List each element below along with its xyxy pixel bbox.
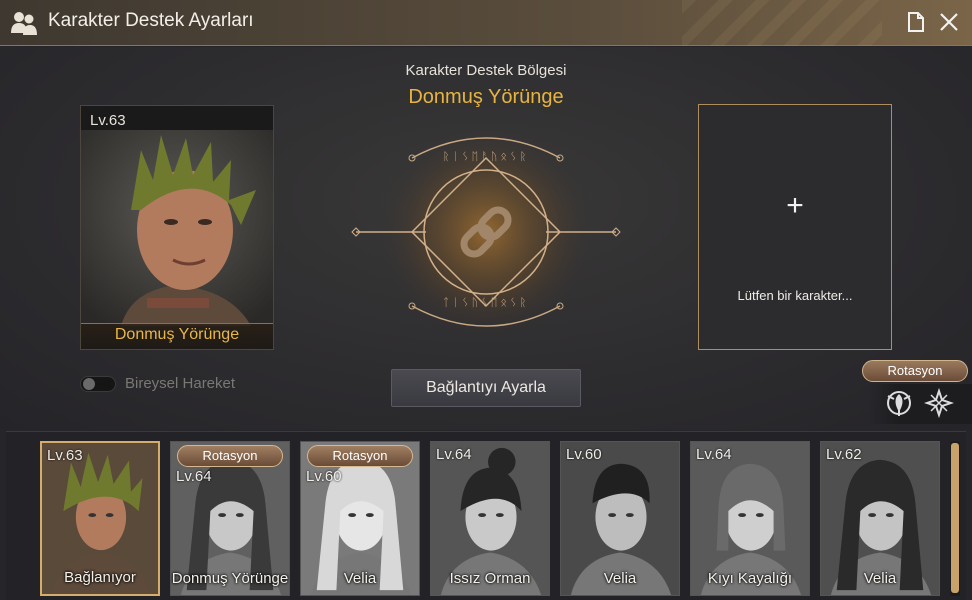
character-level: Lv.60 [566,446,602,463]
window-title: Karakter Destek Ayarları [48,10,254,31]
character-list: Lv.63 Bağlanıyor Rotasyon Lv.64 Donmuş Yörü… [6,431,966,600]
character-level: Lv.64 [696,446,732,463]
character-name: Issız Orman [449,570,531,587]
character-name: Velia [343,570,377,587]
list-scrollbar[interactable] [950,441,960,596]
zone-label: Karakter Destek Bölgesi [405,62,567,79]
add-icon: + [786,189,804,222]
empty-character-slot[interactable]: + Lütfen bir karakter... [698,104,892,350]
character-card[interactable]: Lv.62 Velia [820,441,940,596]
rotation-badge: Rotasyon [177,445,283,467]
character-level: Lv.60 [306,468,342,485]
character-card[interactable]: Lv.64 Issız Orman [430,441,550,596]
cross-emblem-icon[interactable] [924,388,954,418]
character-card[interactable]: Rotasyon Lv.64 Donmuş Yörünge [170,441,290,596]
character-level: Lv.64 [176,468,212,485]
title-bar: Karakter Destek Ayarları [0,0,972,46]
character-card[interactable]: Lv.63 Bağlanıyor [40,441,160,596]
svg-text:ᚱᛁᛊᛖᚨᚢᛟᛊᚱ: ᚱᛁᛊᛖᚨᚢᛟᛊᚱ [443,150,529,163]
character-name: Donmuş Yörünge [114,326,240,343]
rotation-badge: Rotasyon [307,445,413,467]
character-level: Lv.63 [47,447,83,464]
character-card[interactable]: Lv.64 Kıyı Kayalığı [690,441,810,596]
character-name: Velia [603,570,637,587]
set-link-button[interactable]: Bağlantıyı Ayarla [391,369,581,407]
character-level: Lv.63 [90,112,126,129]
rose-emblem-icon[interactable] [884,388,914,418]
character-name: Velia [863,570,897,587]
close-icon[interactable] [937,10,961,34]
rotation-badge: Rotasyon [862,360,968,382]
skill-strip [868,384,972,424]
individual-move-toggle[interactable] [80,376,116,392]
selected-character-card[interactable]: Lv.63 Donmuş Yörünge [80,105,274,350]
character-name: Kıyı Kayalığı [707,570,793,587]
character-name: Bağlanıyor [64,569,136,586]
people-icon [11,12,37,35]
individual-move-label: Bireysel Hareket [125,375,236,392]
character-portrait [81,130,273,326]
character-level: Lv.62 [826,446,862,463]
link-emblem: ᚱᛁᛊᛖᚨᚢᛟᛊᚱ ᛏᛁᛊᚢᛊᛖᛟᛊᚱ [351,122,621,342]
title-bar-pattern [682,0,882,46]
character-name: Donmuş Yörünge [171,570,289,587]
character-card[interactable]: Lv.60 Velia [560,441,680,596]
document-icon[interactable] [904,10,928,34]
character-card[interactable]: Rotasyon Lv.60 Velia [300,441,420,596]
zone-name: Donmuş Yörünge [408,86,564,108]
select-character-hint: Lütfen bir karakter... [737,288,853,303]
character-level: Lv.64 [436,446,472,463]
